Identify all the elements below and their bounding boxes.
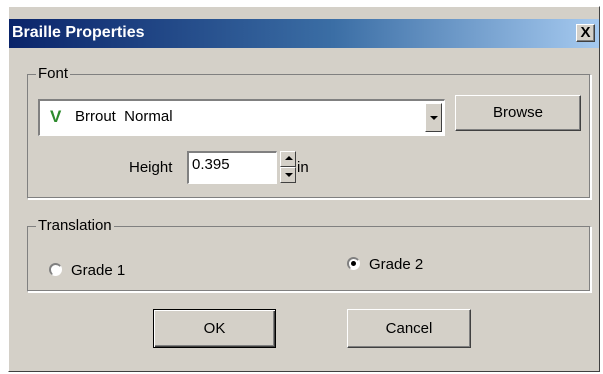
ok-button-label: OK <box>203 320 226 337</box>
ok-button[interactable]: OK <box>153 309 276 348</box>
cancel-button-label: Cancel <box>385 320 433 337</box>
cancel-button[interactable]: Cancel <box>347 309 471 348</box>
browse-button[interactable]: Browse <box>455 95 581 131</box>
grade-2-label: Grade 2 <box>369 256 424 273</box>
font-group-label: Font <box>36 65 71 83</box>
height-label: Height <box>129 159 173 176</box>
browse-button-label: Browse <box>492 104 544 121</box>
radio-selected-dot <box>351 261 356 266</box>
close-button[interactable]: X <box>576 24 595 42</box>
window-title: Braille Properties <box>12 24 145 41</box>
grade-1-label: Grade 1 <box>71 262 126 279</box>
spin-down-icon <box>285 173 293 177</box>
braille-properties-dialog: Braille Properties X Font V Brrout Norma… <box>8 6 600 372</box>
close-icon: X <box>580 24 591 41</box>
font-type-icon: V <box>50 107 62 126</box>
height-input[interactable]: 0.395 <box>187 151 277 184</box>
font-group: Font <box>27 65 591 199</box>
grade-2-radio-circle <box>347 257 360 270</box>
spin-up-icon <box>285 156 293 160</box>
height-increment-button[interactable] <box>280 151 296 167</box>
font-select-dropdown-button[interactable] <box>425 103 442 132</box>
height-decrement-button[interactable] <box>280 167 296 183</box>
height-unit-label: in <box>297 159 309 176</box>
font-select[interactable]: V Brrout Normal <box>38 99 445 136</box>
chevron-down-icon <box>430 116 438 120</box>
translation-group-label: Translation <box>36 217 114 235</box>
grade-1-radio-circle <box>49 263 62 276</box>
title-bar[interactable]: Braille Properties X <box>9 19 599 48</box>
font-select-value: Brrout Normal <box>75 108 173 125</box>
height-input-value: 0.395 <box>192 156 230 173</box>
grade-1-radio[interactable]: Grade 1 <box>49 259 189 281</box>
grade-2-radio[interactable]: Grade 2 <box>347 253 487 275</box>
